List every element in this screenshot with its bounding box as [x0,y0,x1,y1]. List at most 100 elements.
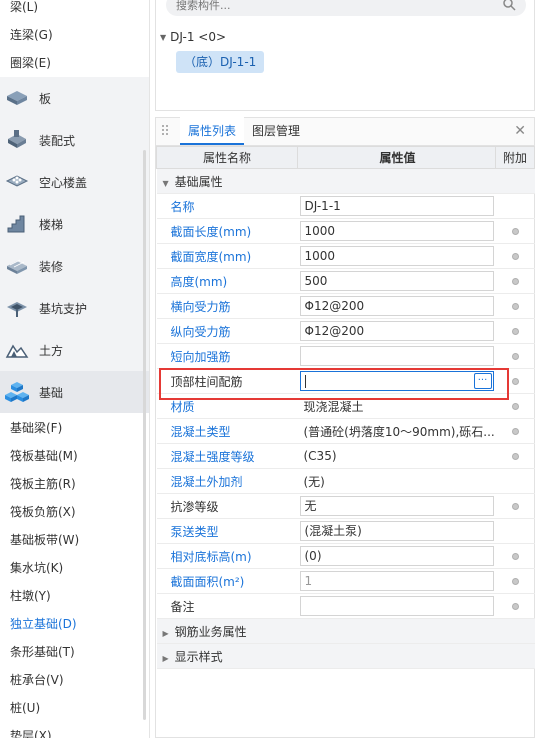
extra-checkbox[interactable] [511,603,519,610]
property-row[interactable]: 顶部柱间配筋 ··· [156,368,535,394]
property-value-field[interactable] [299,596,494,616]
expand-arrow-icon[interactable]: ▶ [163,654,169,663]
property-value-field[interactable]: 现浇混凝土 [300,398,496,415]
property-value-field[interactable]: Φ12@200 [299,321,494,341]
search-input[interactable] [166,0,486,16]
property-name[interactable]: 泵送类型 [171,525,219,539]
property-value-field[interactable]: (普通砼(坍落度10～90mm),砾石... [300,423,496,440]
property-value-field[interactable]: (0) [299,546,494,566]
nav-item-column-pier[interactable]: 柱墩(Y) [0,582,149,610]
ellipsis-button[interactable]: ··· [473,373,492,389]
tab-property-list[interactable]: 属性列表 [180,117,245,145]
property-name[interactable]: 名称 [171,200,195,214]
property-value-field[interactable]: (无) [300,473,496,490]
category-prefab[interactable]: 装配式 [0,119,149,161]
tree-node-selected[interactable]: （底）DJ-1-1 [176,51,265,73]
category-decoration[interactable]: 装修 [0,245,149,287]
nav-item-foundation-beam[interactable]: 基础梁(F) [0,414,149,442]
nav-item-strip-foundation[interactable]: 条形基础(T) [0,638,149,666]
extra-checkbox[interactable] [511,378,519,385]
nav-item-foundation-strip[interactable]: 基础板带(W) [0,526,149,554]
property-value-field[interactable]: Φ12@200 [299,296,494,316]
property-name[interactable]: 横向受力筋 [171,300,231,314]
property-name[interactable]: 纵向受力筋 [171,325,231,339]
property-name[interactable]: 短向加强筋 [171,350,231,364]
property-value-field[interactable]: 1000 [299,246,494,266]
property-name[interactable]: 截面宽度(mm) [171,250,252,264]
property-row[interactable]: 抗渗等级 无 [156,493,535,519]
expand-arrow-icon[interactable]: ▼ [160,33,166,42]
search-icon[interactable] [502,0,516,14]
extra-checkbox[interactable] [511,353,519,360]
property-row[interactable]: 材质 现浇混凝土 [156,393,535,419]
nav-item-beam[interactable]: 梁(L) [0,0,149,21]
nav-item-cushion[interactable]: 垫层(X) [0,722,149,738]
nav-item-raft-main-rebar[interactable]: 筏板主筋(R) [0,470,149,498]
property-value-field[interactable]: DJ-1-1 [299,196,494,216]
property-name[interactable]: 截面长度(mm) [171,225,252,239]
extra-checkbox[interactable] [511,303,519,310]
property-row[interactable]: 泵送类型 (混凝土泵) [156,518,535,544]
collapse-arrow-icon[interactable]: ▼ [163,179,169,188]
group-display-style[interactable]: ▶ 显示样式 [156,643,535,669]
drag-handle-icon[interactable] [161,124,169,141]
property-name[interactable]: 相对底标高(m) [171,550,252,564]
extra-checkbox[interactable] [511,503,519,510]
nav-item-pile[interactable]: 桩(U) [0,694,149,722]
category-foundation[interactable]: 基础 [0,371,149,413]
expand-arrow-icon[interactable]: ▶ [163,629,169,638]
extra-checkbox[interactable] [511,278,519,285]
property-name[interactable]: 混凝土类型 [171,425,231,439]
extra-checkbox[interactable] [511,553,519,560]
property-row[interactable]: 混凝土强度等级 (C35) [156,443,535,469]
nav-item-ring-beam[interactable]: 圈梁(E) [0,49,149,77]
category-earthwork[interactable]: 土方 [0,329,149,371]
nav-item-raft-negative-rebar[interactable]: 筏板负筋(X) [0,498,149,526]
category-stairs[interactable]: 楼梯 [0,203,149,245]
nav-item-coupling-beam[interactable]: 连梁(G) [0,21,149,49]
property-name[interactable]: 混凝土外加剂 [171,475,243,489]
property-name[interactable]: 截面面积(m²) [171,575,245,589]
property-row[interactable]: 混凝土类型 (普通砼(坍落度10～90mm),砾石... [156,418,535,444]
property-row[interactable]: 短向加强筋 [156,343,535,369]
category-hollow-floor[interactable]: 空心楼盖 [0,161,149,203]
sidebar-scrollbar[interactable] [143,150,146,720]
extra-checkbox[interactable] [511,403,519,410]
property-value-field[interactable]: ··· [299,371,494,391]
nav-item-raft-foundation[interactable]: 筏板基础(M) [0,442,149,470]
property-row[interactable]: 名称 DJ-1-1 [156,193,535,219]
group-rebar-properties[interactable]: ▶ 钢筋业务属性 [156,618,535,644]
category-pit-support[interactable]: 基坑支护 [0,287,149,329]
property-name[interactable]: 材质 [171,400,195,414]
property-row[interactable]: 纵向受力筋 Φ12@200 [156,318,535,344]
property-value-field[interactable] [299,346,494,366]
property-row[interactable]: 高度(mm) 500 [156,268,535,294]
property-row[interactable]: 截面面积(m²) 1 [156,568,535,594]
extra-checkbox[interactable] [511,253,519,260]
category-slab[interactable]: 板 [0,77,149,119]
extra-checkbox[interactable] [511,428,519,435]
nav-item-pile-cap[interactable]: 桩承台(V) [0,666,149,694]
tree-node-root[interactable]: ▼ DJ-1 <0> [160,30,226,44]
property-value-field[interactable]: (C35) [300,449,496,463]
property-row[interactable]: 截面宽度(mm) 1000 [156,243,535,269]
close-icon[interactable]: ✕ [514,123,526,139]
property-row[interactable]: 备注 [156,593,535,619]
tab-layer-management[interactable]: 图层管理 [244,117,308,145]
property-value-field[interactable]: 500 [299,271,494,291]
extra-checkbox[interactable] [511,453,519,460]
extra-checkbox[interactable] [511,228,519,235]
group-basic-properties[interactable]: ▼ 基础属性 [156,168,535,194]
property-value-field[interactable]: 1 [299,571,494,591]
extra-checkbox[interactable] [511,578,519,585]
property-row[interactable]: 相对底标高(m) (0) [156,543,535,569]
property-value-field[interactable]: (混凝土泵) [299,521,494,541]
property-name[interactable]: 混凝土强度等级 [171,450,255,464]
property-value-field[interactable]: 无 [299,496,494,516]
property-row[interactable]: 混凝土外加剂 (无) [156,468,535,494]
property-name[interactable]: 高度(mm) [171,275,228,289]
property-row[interactable]: 截面长度(mm) 1000 [156,218,535,244]
property-value-field[interactable]: 1000 [299,221,494,241]
nav-item-sump-pit[interactable]: 集水坑(K) [0,554,149,582]
property-row[interactable]: 横向受力筋 Φ12@200 [156,293,535,319]
